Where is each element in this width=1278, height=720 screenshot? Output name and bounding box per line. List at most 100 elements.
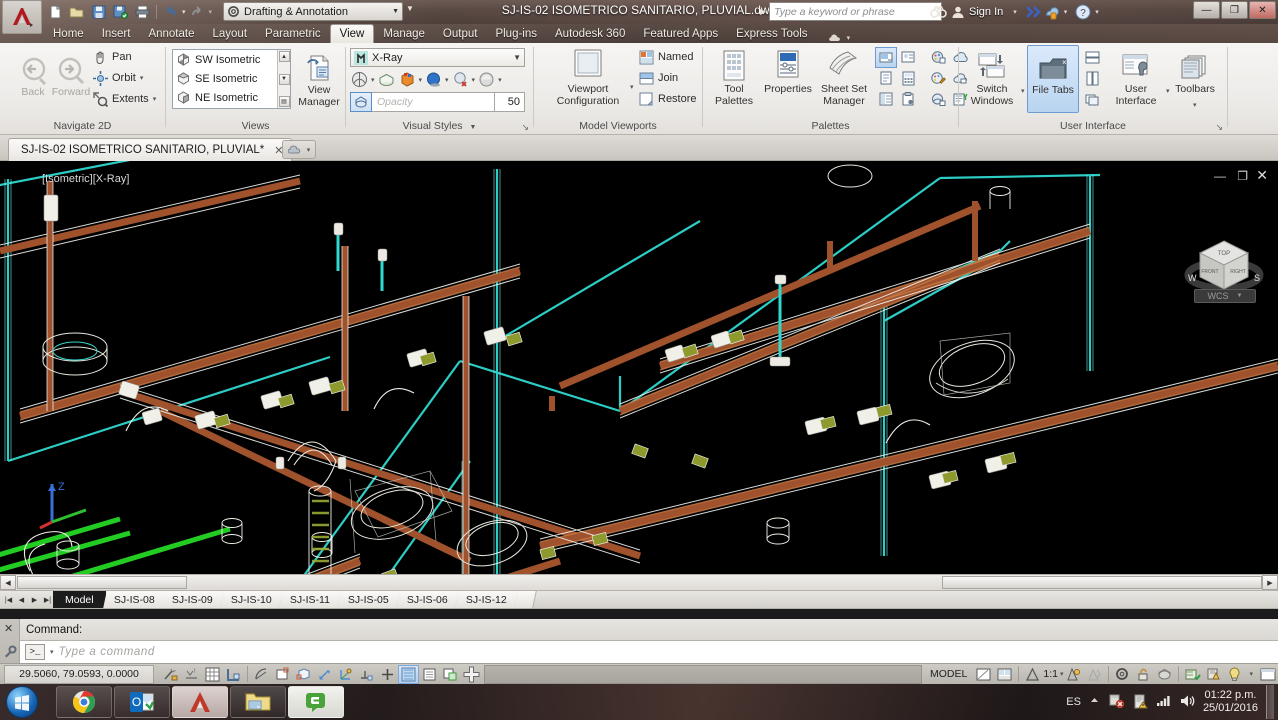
command-close-icon[interactable]: ✕ — [4, 622, 13, 635]
views-scrollbar[interactable]: ▲ ▼ ▤ — [277, 50, 290, 108]
face-style-dropdown-icon[interactable]: ▾ — [419, 76, 423, 84]
sheet-set-manager-button[interactable]: Sheet Set Manager — [813, 48, 875, 107]
clean-screen-toggle-icon[interactable] — [1257, 665, 1278, 684]
tile-horizontally-icon[interactable] — [1081, 47, 1103, 68]
show-desktop-button[interactable] — [1266, 685, 1274, 719]
auto-scale-icon[interactable] — [1084, 665, 1105, 684]
views-scroll-down-icon[interactable]: ▼ — [278, 73, 290, 85]
extents-dropdown-icon[interactable]: ▾ — [153, 95, 157, 103]
file-tab-active[interactable]: SJ-IS-02 ISOMETRICO SANITARIO, PLUVIAL* … — [8, 138, 293, 161]
taskbar-item-camtasia[interactable] — [288, 686, 344, 718]
layout-tab-sj-is-12[interactable]: SJ-IS-12 — [455, 591, 519, 608]
layout-tab-sj-is-08[interactable]: SJ-IS-08 — [102, 591, 167, 608]
shadow-display-icon[interactable] — [424, 70, 443, 89]
xray-opacity-toggle[interactable] — [350, 92, 372, 112]
command-settings-icon[interactable] — [3, 645, 17, 662]
orbit-button[interactable]: Orbit ▾ — [92, 70, 143, 86]
command-prompt-icon[interactable]: >_ — [25, 644, 45, 660]
taskbar-item-outlook[interactable]: O — [114, 686, 170, 718]
undo-dropdown-icon[interactable]: ▾ — [182, 8, 186, 16]
language-indicator[interactable]: ES — [1066, 696, 1081, 708]
layout-tab-sj-is-09[interactable]: SJ-IS-09 — [161, 591, 226, 608]
no-shadow-icon[interactable] — [451, 70, 470, 89]
toolbars-dropdown-icon[interactable]: ▾ — [1193, 101, 1197, 109]
restore-viewports-button[interactable]: Restore — [638, 91, 697, 107]
quick-calc-icon[interactable] — [897, 68, 919, 89]
toolbar-lock-icon[interactable] — [1133, 665, 1154, 684]
exchange-app-icon[interactable] — [1025, 5, 1041, 19]
a360-dropdown-icon[interactable]: ▾ — [1064, 8, 1068, 16]
dynamic-ucs-icon[interactable] — [356, 665, 377, 684]
switch-windows-button[interactable]: Switch Windows — [963, 48, 1021, 107]
edge-effects-icon[interactable] — [350, 70, 369, 89]
canvas-horizontal-scrollbar[interactable]: ◀ ▶ — [0, 574, 1278, 590]
3d-object-snap-icon[interactable] — [293, 665, 314, 684]
drawing-canvas[interactable]: [Isometric][X-Ray] — ❐ ✕ TOP FRONT RIGHT… — [0, 161, 1278, 590]
tab-home[interactable]: Home — [44, 24, 93, 43]
visual-style-selector[interactable]: X-Ray ▼ — [350, 48, 525, 67]
ortho-mode-icon[interactable] — [223, 665, 244, 684]
sheet-set-palette-icon[interactable] — [897, 89, 919, 110]
application-menu-button[interactable] — [2, 0, 42, 34]
tab-layout[interactable]: Layout — [204, 24, 257, 43]
ribbon-overflow-dropdown-icon[interactable]: ▾ — [847, 34, 851, 42]
layout-tab-model[interactable]: Model — [53, 591, 106, 608]
view-manager-button[interactable]: View Manager — [296, 49, 342, 108]
tab-view[interactable]: View — [329, 24, 375, 43]
named-viewports-button[interactable]: Named — [638, 49, 693, 65]
viewport-config-dropdown-icon[interactable]: ▾ — [630, 83, 634, 91]
infer-constraints-icon[interactable] — [160, 665, 181, 684]
new-tab-dropdown-icon[interactable]: ▾ — [307, 146, 311, 154]
join-viewports-button[interactable]: Join — [638, 70, 678, 86]
next-layout-icon[interactable]: ▶ — [28, 592, 41, 607]
undo-arrow-icon[interactable] — [160, 2, 181, 23]
file-tabs-button[interactable]: × File Tabs — [1027, 45, 1079, 113]
workspace-dropdown-icon[interactable]: ▼ — [392, 8, 399, 15]
tab-manage[interactable]: Manage — [374, 24, 434, 43]
no-shadow-dropdown-icon[interactable]: ▾ — [472, 76, 476, 84]
taskbar-clock[interactable]: 01:22 p.m. 25/01/2016 — [1203, 689, 1258, 715]
lineweight-icon[interactable] — [398, 664, 419, 684]
open-folder-icon[interactable] — [66, 2, 87, 23]
materials-editor-icon[interactable] — [927, 68, 949, 89]
dynamic-input-icon[interactable] — [377, 665, 398, 684]
viewport-configuration-button[interactable]: Viewport Configuration — [548, 48, 628, 107]
search-expand-icon[interactable]: ▶ — [760, 7, 766, 16]
xray-toggle-icon[interactable] — [377, 70, 396, 89]
object-snap-tracking-icon[interactable] — [314, 665, 335, 684]
tool-palettes-button[interactable]: Tool Palettes — [705, 48, 763, 107]
ucs-selector-button[interactable]: WCS ▼ — [1194, 289, 1256, 303]
workspace-overflow-icon[interactable]: ▼ — [406, 4, 414, 13]
security-alert-icon[interactable] — [1108, 693, 1125, 712]
close-button[interactable]: ✕ — [1249, 1, 1276, 19]
model-space-icon[interactable] — [973, 665, 994, 684]
help-icon[interactable]: ? — [1075, 4, 1091, 20]
tab-insert[interactable]: Insert — [93, 24, 140, 43]
scroll-left-icon[interactable]: ◀ — [0, 575, 16, 590]
viewport-close-icon[interactable]: ✕ — [1256, 167, 1268, 184]
taskbar-item-chrome[interactable] — [56, 686, 112, 718]
tab-autodesk-360[interactable]: Autodesk 360 — [546, 24, 634, 43]
tab-annotate[interactable]: Annotate — [139, 24, 203, 43]
workspace-switcher[interactable]: Drafting & Annotation ▼ — [223, 2, 403, 21]
transparency-icon[interactable] — [419, 665, 440, 684]
design-center-icon[interactable] — [875, 89, 897, 110]
user-avatar-icon[interactable] — [951, 5, 965, 19]
allow-ucs-icon[interactable] — [335, 665, 356, 684]
scroll-thumb-right[interactable] — [942, 576, 1262, 589]
wcs-dropdown-icon[interactable]: ▼ — [1237, 293, 1243, 299]
visual-style-dropdown-icon[interactable]: ▼ — [513, 53, 521, 62]
annotation-visibility-icon[interactable] — [1063, 665, 1084, 684]
orbit-dropdown-icon[interactable]: ▾ — [140, 74, 144, 82]
command-prompt-dropdown-icon[interactable]: ▾ — [50, 648, 54, 656]
maximize-button[interactable]: ❐ — [1221, 1, 1248, 19]
volume-icon[interactable] — [1179, 694, 1195, 711]
scroll-right-icon[interactable]: ▶ — [1262, 575, 1278, 590]
annotation-monitor-icon[interactable] — [461, 665, 482, 684]
background-dropdown-icon[interactable]: ▾ — [498, 76, 502, 84]
views-scroll-end-icon[interactable]: ▤ — [278, 96, 290, 107]
isolate-objects-icon[interactable] — [1182, 665, 1203, 684]
annotation-scale-icon[interactable] — [1022, 665, 1043, 684]
tab-output[interactable]: Output — [434, 24, 487, 43]
search-input[interactable]: Type a keyword or phrase — [769, 2, 943, 21]
